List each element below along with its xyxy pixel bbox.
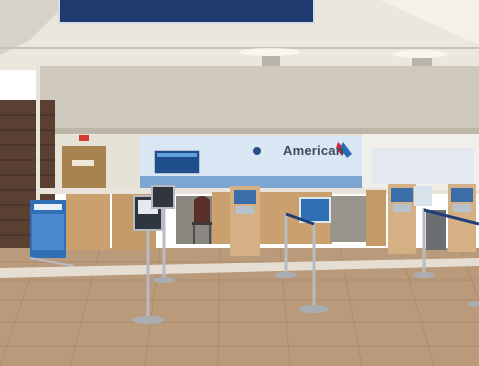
ceiling-vent — [262, 56, 280, 66]
check-in-kiosk-icon — [230, 186, 260, 256]
ceiling-vent-2 — [412, 58, 432, 67]
baggage-belt — [330, 196, 366, 242]
right-window — [372, 148, 474, 184]
redaction-banner — [58, 0, 315, 24]
kiosk-side-screen — [414, 186, 432, 206]
monitor-row — [157, 153, 197, 157]
airline-brand-sign: American — [283, 143, 344, 158]
stanchion-sign-2 — [299, 197, 331, 223]
back-door — [62, 146, 106, 190]
counter-panel-1 — [66, 194, 110, 250]
wall-trim — [36, 128, 479, 134]
chair — [194, 196, 210, 222]
door-plaque — [72, 160, 94, 166]
counter-panel-4 — [366, 190, 386, 246]
ceiling-light — [240, 48, 300, 56]
airport-checkin-photo: American — [0, 0, 479, 366]
exit-sign-icon — [79, 135, 89, 141]
ceiling-light-2 — [392, 50, 448, 58]
scene-illustration — [0, 0, 479, 366]
oneworld-logo-icon — [253, 147, 261, 155]
stanchion-sign-3 — [151, 185, 175, 209]
upper-wall — [36, 66, 479, 134]
check-in-kiosk-icon-2 — [388, 184, 416, 254]
